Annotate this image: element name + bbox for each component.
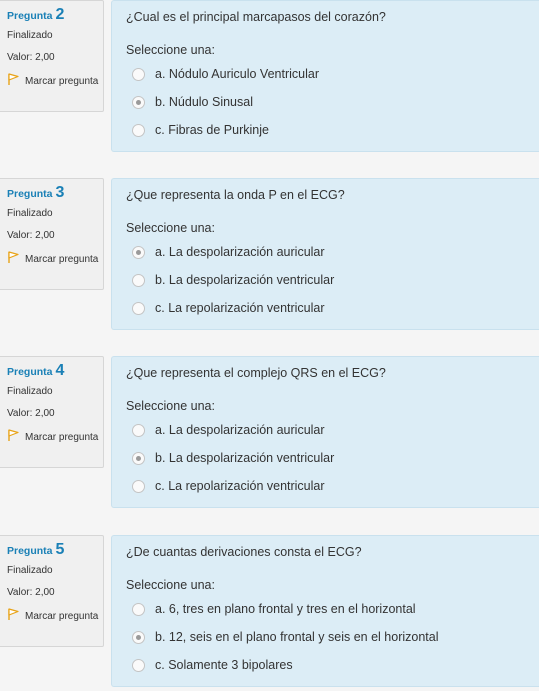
question-text: ¿Que representa el complejo QRS en el EC… xyxy=(126,366,386,380)
question-text: ¿Que representa la onda P en el ECG? xyxy=(126,188,345,202)
radio-button[interactable] xyxy=(132,630,145,644)
question-info: Pregunta 3 Finalizado Valor: 2,00 Marcar … xyxy=(0,178,104,290)
question-state: Finalizado xyxy=(7,386,53,397)
answer-option-label: c. Fibras de Purkinje xyxy=(155,123,269,137)
flag-icon xyxy=(8,429,19,441)
answer-prompt: Seleccione una: xyxy=(126,399,215,413)
question-content: ¿Cual es el principal marcapasos del cor… xyxy=(111,0,539,152)
radio-button[interactable] xyxy=(132,658,145,672)
radio-button[interactable] xyxy=(132,67,145,81)
flag-icon xyxy=(8,251,19,263)
question-block: Pregunta 2 Finalizado Valor: 2,00 Marcar … xyxy=(0,0,539,156)
flag-question-label: Marcar pregunta xyxy=(25,611,99,622)
question-label: Pregunta xyxy=(7,366,53,378)
answer-option[interactable]: b. La despolarización ventricular xyxy=(126,444,539,472)
question-number: Pregunta 5 xyxy=(7,542,103,559)
answer-option-label: a. La despolarización auricular xyxy=(155,245,325,259)
answer-option-label: a. La despolarización auricular xyxy=(155,423,325,437)
flag-question-link[interactable]: Marcar pregunta xyxy=(7,608,103,624)
question-state: Finalizado xyxy=(7,30,53,41)
question-number-value: 2 xyxy=(55,6,65,23)
radio-selected-dot xyxy=(136,634,141,640)
question-grade: Valor: 2,00 xyxy=(7,587,55,598)
question-number-value: 5 xyxy=(55,541,65,558)
answer-options: a. La despolarización auricular b. La des… xyxy=(126,416,539,500)
answer-options: a. Nódulo Auriculo Ventricular b. Núdulo … xyxy=(126,60,539,144)
answer-option[interactable]: a. 6, tres en plano frontal y tres en el… xyxy=(126,595,539,623)
question-content: ¿De cuantas derivaciones consta el ECG? … xyxy=(111,535,539,687)
radio-selected-dot xyxy=(136,99,141,105)
question-grade: Valor: 2,00 xyxy=(7,408,55,419)
question-info: Pregunta 2 Finalizado Valor: 2,00 Marcar … xyxy=(0,0,104,112)
question-number: Pregunta 3 xyxy=(7,185,103,202)
answer-option[interactable]: c. La repolarización ventricular xyxy=(126,294,539,322)
answer-option-label: b. La despolarización ventricular xyxy=(155,451,335,465)
radio-button[interactable] xyxy=(132,423,145,437)
answer-option-label: a. Nódulo Auriculo Ventricular xyxy=(155,67,319,81)
question-grade: Valor: 2,00 xyxy=(7,52,55,63)
radio-selected-dot xyxy=(136,249,141,255)
question-label: Pregunta xyxy=(7,545,53,557)
question-number: Pregunta 4 xyxy=(7,363,103,380)
flag-icon xyxy=(8,73,19,85)
question-state: Finalizado xyxy=(7,208,53,219)
answer-option[interactable]: c. Fibras de Purkinje xyxy=(126,116,539,144)
radio-button[interactable] xyxy=(132,602,145,616)
answer-option-label: c. La repolarización ventricular xyxy=(155,479,325,493)
radio-button[interactable] xyxy=(132,479,145,493)
question-block: Pregunta 4 Finalizado Valor: 2,00 Marcar … xyxy=(0,356,539,512)
answer-options: a. La despolarización auricular b. La des… xyxy=(126,238,539,322)
answer-option-label: c. La repolarización ventricular xyxy=(155,301,325,315)
answer-option[interactable]: a. La despolarización auricular xyxy=(126,416,539,444)
answer-option[interactable]: b. Núdulo Sinusal xyxy=(126,88,539,116)
flag-question-label: Marcar pregunta xyxy=(25,432,99,443)
radio-selected-dot xyxy=(136,455,141,461)
question-number-value: 3 xyxy=(55,184,65,201)
question-info: Pregunta 5 Finalizado Valor: 2,00 Marcar … xyxy=(0,535,104,647)
question-grade: Valor: 2,00 xyxy=(7,230,55,241)
flag-question-label: Marcar pregunta xyxy=(25,254,99,265)
question-label: Pregunta xyxy=(7,10,53,22)
radio-button[interactable] xyxy=(132,95,145,109)
question-label: Pregunta xyxy=(7,188,53,200)
flag-question-link[interactable]: Marcar pregunta xyxy=(7,251,103,267)
question-block: Pregunta 3 Finalizado Valor: 2,00 Marcar … xyxy=(0,178,539,334)
flag-question-link[interactable]: Marcar pregunta xyxy=(7,73,103,89)
answer-option[interactable]: a. La despolarización auricular xyxy=(126,238,539,266)
question-content: ¿Que representa la onda P en el ECG? Sel… xyxy=(111,178,539,330)
answer-prompt: Seleccione una: xyxy=(126,221,215,235)
answer-option-label: b. 12, seis en el plano frontal y seis e… xyxy=(155,630,439,644)
radio-button[interactable] xyxy=(132,245,145,259)
question-number-value: 4 xyxy=(55,362,65,379)
question-info: Pregunta 4 Finalizado Valor: 2,00 Marcar … xyxy=(0,356,104,468)
answer-option-label: b. Núdulo Sinusal xyxy=(155,95,253,109)
flag-question-label: Marcar pregunta xyxy=(25,76,99,87)
radio-button[interactable] xyxy=(132,301,145,315)
answer-option[interactable]: c. La repolarización ventricular xyxy=(126,472,539,500)
flag-icon xyxy=(8,608,19,620)
question-text: ¿De cuantas derivaciones consta el ECG? xyxy=(126,545,362,559)
question-block: Pregunta 5 Finalizado Valor: 2,00 Marcar … xyxy=(0,535,539,691)
question-number: Pregunta 2 xyxy=(7,7,103,24)
answer-options: a. 6, tres en plano frontal y tres en el… xyxy=(126,595,539,679)
answer-option-label: c. Solamente 3 bipolares xyxy=(155,658,293,672)
question-content: ¿Que representa el complejo QRS en el EC… xyxy=(111,356,539,508)
flag-question-link[interactable]: Marcar pregunta xyxy=(7,429,103,445)
answer-option-label: a. 6, tres en plano frontal y tres en el… xyxy=(155,602,416,616)
answer-option[interactable]: c. Solamente 3 bipolares xyxy=(126,651,539,679)
question-text: ¿Cual es el principal marcapasos del cor… xyxy=(126,10,386,24)
answer-prompt: Seleccione una: xyxy=(126,578,215,592)
answer-prompt: Seleccione una: xyxy=(126,43,215,57)
radio-button[interactable] xyxy=(132,273,145,287)
answer-option[interactable]: b. 12, seis en el plano frontal y seis e… xyxy=(126,623,539,651)
radio-button[interactable] xyxy=(132,451,145,465)
answer-option[interactable]: b. La despolarización ventricular xyxy=(126,266,539,294)
answer-option[interactable]: a. Nódulo Auriculo Ventricular xyxy=(126,60,539,88)
radio-button[interactable] xyxy=(132,123,145,137)
question-state: Finalizado xyxy=(7,565,53,576)
answer-option-label: b. La despolarización ventricular xyxy=(155,273,335,287)
